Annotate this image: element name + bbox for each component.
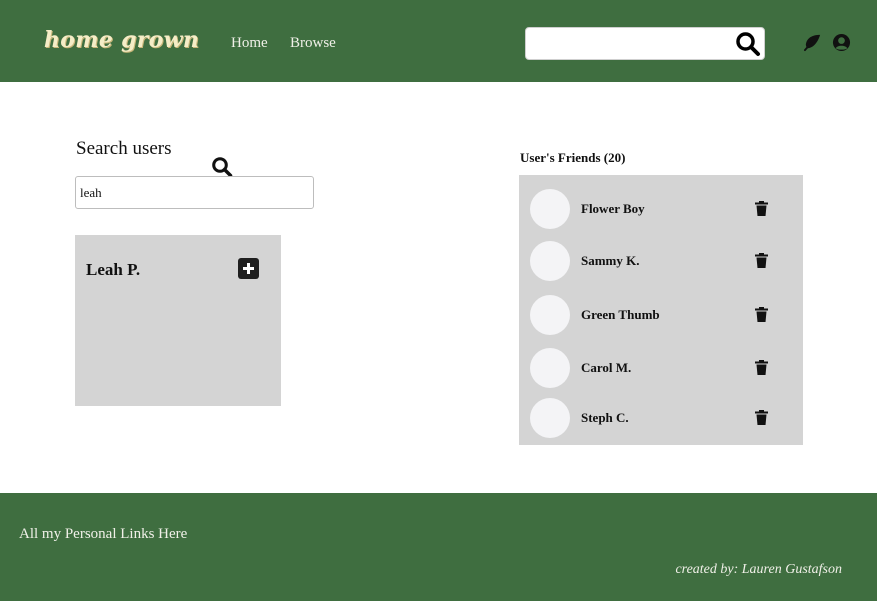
friends-list: Flower Boy Sammy K. Green Thumb Carol M.… <box>519 175 803 445</box>
trash-icon[interactable] <box>755 360 768 375</box>
friend-name[interactable]: Steph C. <box>581 410 629 426</box>
header-search-box <box>525 27 765 60</box>
avatar[interactable] <box>530 295 570 335</box>
trash-icon[interactable] <box>755 201 768 216</box>
avatar[interactable] <box>530 189 570 229</box>
search-icon[interactable] <box>735 31 761 57</box>
user-circle-icon[interactable] <box>832 33 851 52</box>
result-user-name[interactable]: Leah P. <box>86 260 140 280</box>
user-result-card: Leah P. <box>75 235 281 406</box>
friend-name[interactable]: Sammy K. <box>581 253 640 269</box>
friend-row: Carol M. <box>519 346 803 390</box>
friend-name[interactable]: Green Thumb <box>581 307 660 323</box>
search-users-heading: Search users <box>76 138 172 159</box>
footer: All my Personal Links Here created by: L… <box>0 493 877 601</box>
trash-icon[interactable] <box>755 410 768 425</box>
home-grown-logo[interactable]: home grown <box>44 27 199 53</box>
trash-icon[interactable] <box>755 253 768 268</box>
avatar[interactable] <box>530 241 570 281</box>
nav-browse-link[interactable]: Browse <box>290 35 336 52</box>
user-search-field <box>75 176 314 209</box>
header-search-input[interactable] <box>532 32 727 56</box>
friend-row: Sammy K. <box>519 239 803 283</box>
trash-icon[interactable] <box>755 307 768 322</box>
friend-row: Steph C. <box>519 396 803 440</box>
friend-name[interactable]: Carol M. <box>581 360 631 376</box>
friend-row: Flower Boy <box>519 187 803 231</box>
user-search-input[interactable] <box>80 183 305 203</box>
avatar[interactable] <box>530 398 570 438</box>
search-icon[interactable] <box>211 156 233 178</box>
friends-heading: User's Friends (20) <box>520 150 626 165</box>
friend-name[interactable]: Flower Boy <box>581 201 645 217</box>
footer-personal-links[interactable]: All my Personal Links Here <box>19 526 187 543</box>
add-friend-button[interactable] <box>238 258 259 279</box>
footer-credit: created by: Lauren Gustafson <box>675 562 842 577</box>
nav-home-link[interactable]: Home <box>231 35 268 52</box>
leaf-icon[interactable] <box>803 33 822 52</box>
friend-row: Green Thumb <box>519 293 803 337</box>
top-navbar: home grown Home Browse <box>0 0 877 82</box>
avatar[interactable] <box>530 348 570 388</box>
